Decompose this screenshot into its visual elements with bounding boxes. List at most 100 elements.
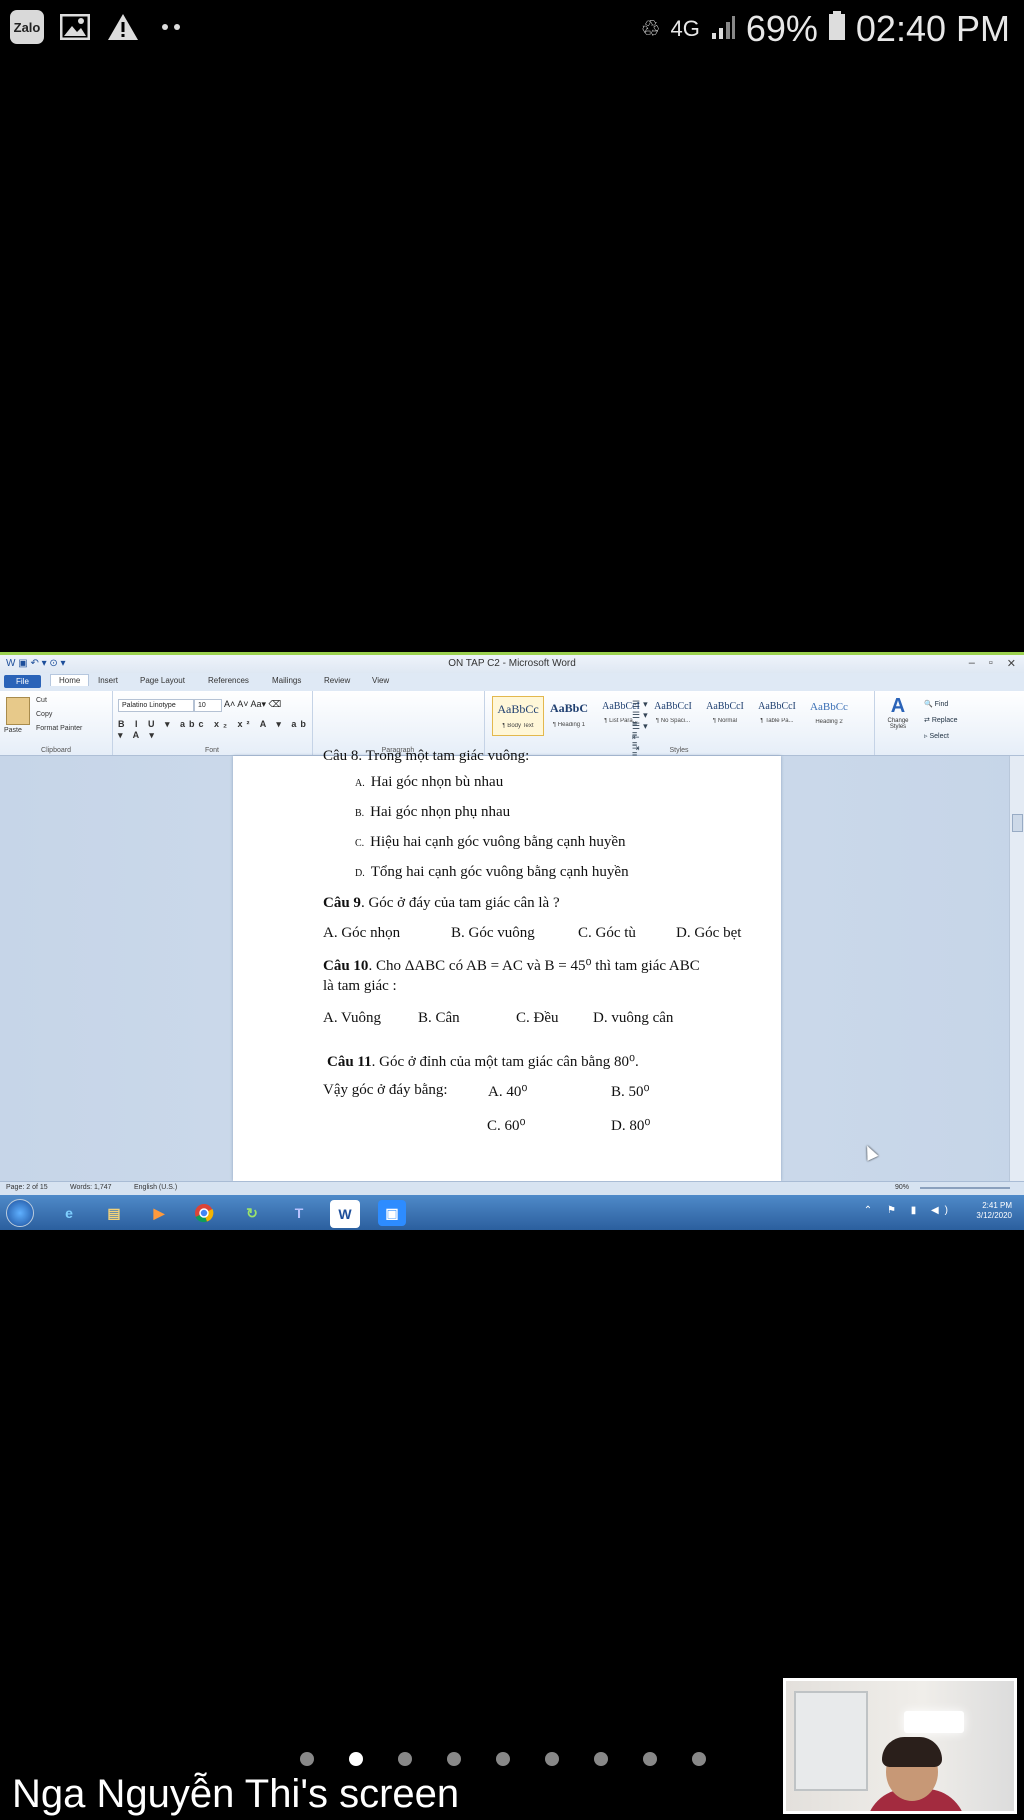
zalo-notification-icon: Zalo: [10, 10, 44, 44]
page-dot[interactable]: [643, 1752, 657, 1766]
tab-home[interactable]: Home: [50, 674, 90, 686]
page-dot[interactable]: [496, 1752, 510, 1766]
paste-label[interactable]: Paste: [4, 727, 22, 734]
paragraph-group: ☰▾ ☰▾ ☰▾ ⇤ ⇥ ↕ ¶ ≡ ≡ ≡ ≡ ↕▾ ◩▾ ▦▾ Paragr…: [312, 691, 648, 791]
q8-heading: Câu 8. Trong một tam giác vuông:: [323, 748, 530, 764]
change-styles-button[interactable]: A Change Styles: [880, 695, 916, 730]
font-size-select[interactable]: 10: [194, 699, 222, 712]
q11-option-a: A. 40⁰: [488, 1084, 528, 1100]
editing-group: 🔍 Find ⇄ Replace ▹ Select: [924, 697, 958, 745]
word-taskbar-icon[interactable]: W: [330, 1200, 360, 1228]
internet-explorer-icon[interactable]: e: [55, 1200, 83, 1226]
replace-button[interactable]: ⇄ Replace: [924, 713, 958, 729]
tab-page-layout[interactable]: Page Layout: [140, 676, 185, 685]
q10-option-a: A. Vuông: [323, 1010, 381, 1026]
q9-option-a: A. Góc nhọn: [323, 925, 401, 941]
style-normal[interactable]: AaBbCcI ¶ Normal: [700, 696, 750, 734]
video-wall-frame: [794, 1691, 868, 1791]
format-painter-button[interactable]: Format Painter: [36, 725, 82, 732]
screen-share-caption: Nga Nguyễn Thi's screen: [12, 1772, 460, 1816]
q10-option-b: B. Cân: [418, 1010, 460, 1026]
q9-option-c: C. Góc tù: [578, 925, 636, 941]
q11-option-b: B. 50⁰: [611, 1084, 650, 1100]
tab-mailings[interactable]: Mailings: [272, 676, 301, 685]
windows-taskbar: e ▤ ▶ ↻ T W ▣ ⌃ ⚑ ▮ ◀) 2:41 PM 3/12/2020: [0, 1195, 1024, 1230]
find-button[interactable]: 🔍 Find: [924, 697, 958, 713]
page-dot[interactable]: [398, 1752, 412, 1766]
chrome-icon[interactable]: [190, 1200, 218, 1226]
q8-option-a: A. Hai góc nhọn bù nhau: [355, 774, 504, 790]
font-name-select[interactable]: Palatino Linotype: [118, 699, 194, 712]
minimize-icon[interactable]: –: [969, 657, 975, 670]
paste-icon[interactable]: [6, 697, 30, 725]
styles-group: AaBbCc ¶ Body Text AaBbC ¶ Heading 1 AaBbC…: [484, 691, 875, 755]
style-body-text[interactable]: AaBbCc ¶ Body Text: [492, 696, 544, 736]
clock: 02:40 PM: [855, 8, 1010, 49]
vertical-scrollbar[interactable]: [1009, 756, 1024, 1181]
page-indicator: [300, 1752, 706, 1766]
android-status-bar: Zalo ♲ 4G 69% 02:40 PM: [0, 0, 1024, 58]
page-dot[interactable]: [545, 1752, 559, 1766]
q10-text: Câu 10. Cho ΔABC có AB = AC và B = 45⁰ t…: [323, 958, 700, 974]
word-count[interactable]: Words: 1,747: [70, 1184, 112, 1191]
file-explorer-icon[interactable]: ▤: [100, 1200, 128, 1226]
language-indicator[interactable]: English (U.S.): [134, 1184, 177, 1191]
style-no-spacing[interactable]: AaBbCcI ¶ No Spaci...: [648, 696, 698, 734]
media-player-icon[interactable]: ▶: [145, 1200, 173, 1226]
app-icon[interactable]: ↻: [238, 1200, 266, 1226]
video-light: [904, 1711, 964, 1733]
style-heading-1[interactable]: AaBbC ¶ Heading 1: [544, 696, 594, 734]
cut-button[interactable]: Cut: [36, 697, 47, 704]
font-format-buttons[interactable]: B I U ▾ abc x₂ x² A ▾ ab ▾ A ▾: [118, 719, 312, 741]
self-video-thumbnail[interactable]: [783, 1678, 1017, 1814]
style-table-paragraph[interactable]: AaBbCcI ¶ Table Pa...: [752, 696, 802, 734]
signal-icon: [710, 8, 736, 50]
page-dot-active[interactable]: [349, 1752, 363, 1766]
page-dot[interactable]: [594, 1752, 608, 1766]
q10-text-2: là tam giác :: [323, 978, 397, 994]
data-saver-icon: ♲: [640, 16, 661, 41]
close-icon[interactable]: ✕: [1007, 657, 1016, 670]
zoom-level[interactable]: 90%: [895, 1184, 909, 1191]
battery-icon: [828, 8, 846, 50]
scroll-thumb[interactable]: [1012, 814, 1023, 832]
gallery-icon: [58, 10, 92, 44]
page-dot[interactable]: [692, 1752, 706, 1766]
tab-insert[interactable]: Insert: [98, 676, 118, 685]
change-styles-icon: A: [890, 695, 906, 717]
q8-option-c: C. Hiệu hai cạnh góc vuông bằng cạnh huyề…: [355, 834, 626, 850]
q8-option-d: D. Tổng hai cạnh góc vuông bằng cạnh huyề…: [355, 864, 629, 880]
tab-view[interactable]: View: [372, 676, 389, 685]
font-group: Palatino Linotype 10 A˄ A˅ Aa▾ ⌫ B I U ▾…: [112, 691, 313, 755]
document-page[interactable]: Câu 8. Trong một tam giác vuông: A. Hai g…: [233, 748, 781, 1181]
q9-text: Câu 9. Góc ở đáy của tam giác cân là ?: [323, 895, 560, 911]
zoom-slider[interactable]: [920, 1187, 1010, 1189]
select-button[interactable]: ▹ Select: [924, 729, 958, 745]
tab-review[interactable]: Review: [324, 676, 350, 685]
system-tray-icons[interactable]: ⌃ ⚑ ▮ ◀): [864, 1205, 954, 1216]
style-heading-2[interactable]: AaBbCc Heading 2: [804, 696, 854, 734]
q11-option-c: C. 60⁰: [487, 1118, 526, 1134]
q11-prompt: Vậy góc ở đáy bằng:: [323, 1082, 448, 1098]
clipboard-group-label: Clipboard: [41, 747, 71, 754]
zoom-app-icon[interactable]: ▣: [378, 1200, 406, 1226]
page-dot[interactable]: [447, 1752, 461, 1766]
font-grow-shrink-icons[interactable]: A˄ A˅ Aa▾ ⌫: [224, 699, 281, 710]
ribbon-tabs: File Home Insert Page Layout References …: [0, 673, 1024, 691]
video-person-hair: [882, 1737, 942, 1767]
copy-button[interactable]: Copy: [36, 711, 52, 718]
warning-icon: [106, 10, 140, 44]
start-button[interactable]: [6, 1199, 34, 1227]
taskbar-clock[interactable]: 2:41 PM 3/12/2020: [976, 1201, 1012, 1221]
styles-group-label: Styles: [669, 747, 689, 754]
tab-references[interactable]: References: [208, 676, 249, 685]
q9-option-b: B. Góc vuông: [451, 925, 535, 941]
style-list-paragraph[interactable]: AaBbCcI ¶ List Para...: [596, 696, 646, 734]
page-count[interactable]: Page: 2 of 15: [6, 1184, 48, 1191]
q11-option-d: D. 80⁰: [611, 1118, 651, 1134]
maximize-icon[interactable]: ▫: [989, 657, 993, 670]
ribbon-home: Paste Cut Copy Format Painter Clipboard …: [0, 691, 1024, 791]
page-dot[interactable]: [300, 1752, 314, 1766]
tab-file[interactable]: File: [4, 675, 41, 688]
teams-icon[interactable]: T: [285, 1200, 313, 1226]
